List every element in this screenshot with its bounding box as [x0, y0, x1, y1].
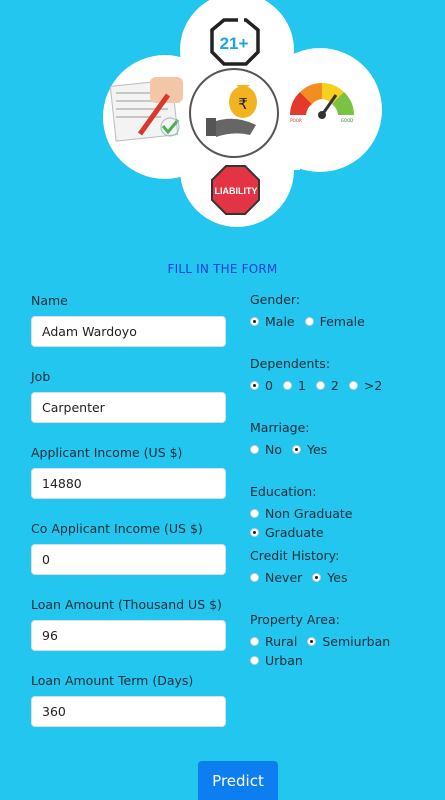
education-option-graduate[interactable]: Graduate: [250, 523, 324, 542]
dependents-option-1[interactable]: 1: [282, 376, 306, 395]
option-label: Male: [265, 314, 295, 329]
co-applicant-income-input[interactable]: [31, 544, 226, 575]
option-label: Female: [319, 314, 365, 329]
option-label: Yes: [307, 442, 328, 457]
property-area-option-urban[interactable]: Urban: [250, 651, 303, 670]
loan-term-input[interactable]: [31, 696, 226, 727]
radio-unselected[interactable]: [250, 656, 259, 665]
money-bag-hand-icon: ₹: [189, 68, 279, 158]
radio-unselected[interactable]: [315, 381, 325, 390]
stop-sign-text: LIABILITY: [215, 186, 258, 196]
loan-amount-input[interactable]: [31, 620, 226, 651]
name-label: Name: [31, 293, 68, 308]
gender-label: Gender:: [250, 292, 301, 307]
option-label: No: [265, 442, 282, 457]
option-label: Non Graduate: [265, 506, 353, 521]
option-label: Never: [265, 570, 303, 585]
applicant-income-input[interactable]: [31, 468, 226, 499]
dependents-option-more[interactable]: >2: [348, 376, 383, 395]
radio-unselected[interactable]: [282, 381, 292, 390]
job-field: Job: [31, 368, 227, 444]
applicant-income-field: Applicant Income (US $): [31, 444, 227, 520]
radio-unselected[interactable]: [250, 509, 259, 518]
applicant-income-label: Applicant Income (US $): [31, 445, 183, 460]
loan-term-label: Loan Amount Term (Days): [31, 673, 194, 688]
radio-unselected[interactable]: [304, 317, 314, 326]
gauge-high-label: GOOD: [341, 118, 353, 123]
option-label: >2: [363, 378, 383, 393]
text-fields-column: Name Job Applicant Income (US $) Co Appl…: [31, 292, 227, 748]
option-label: 2: [330, 378, 339, 393]
option-label: Rural: [265, 634, 298, 649]
radio-unselected[interactable]: [348, 381, 358, 390]
loan-term-field: Loan Amount Term (Days): [31, 672, 227, 748]
dependents-option-2[interactable]: 2: [315, 376, 339, 395]
liability-stop-sign-icon: LIABILITY: [211, 165, 260, 215]
radio-selected[interactable]: [292, 445, 301, 454]
property-area-option-rural[interactable]: Rural: [250, 632, 297, 651]
education-label: Education:: [250, 484, 317, 499]
radio-unselected[interactable]: [250, 445, 259, 454]
credit-history-option-never[interactable]: Never: [250, 568, 302, 587]
option-label: Yes: [327, 570, 348, 585]
job-label: Job: [31, 369, 51, 384]
gender-option-female[interactable]: Female: [304, 312, 365, 331]
name-input[interactable]: [31, 316, 226, 347]
radio-groups-column: Gender: Male Female Dependents: 0 1 2 >2…: [250, 292, 440, 670]
radio-unselected[interactable]: [250, 637, 259, 646]
co-applicant-income-label: Co Applicant Income (US $): [31, 521, 203, 536]
education-group: Education: Non Graduate Graduate: [250, 484, 440, 548]
option-label: Graduate: [265, 525, 324, 540]
property-area-group: Property Area: Rural Semiurban Urban: [250, 612, 440, 670]
radio-selected[interactable]: [250, 381, 259, 390]
rupee-symbol: ₹: [238, 95, 248, 113]
job-input[interactable]: [31, 392, 226, 423]
marriage-group: Marriage: No Yes: [250, 420, 440, 484]
gender-group: Gender: Male Female: [250, 292, 440, 356]
option-label: Urban: [265, 653, 303, 668]
radio-selected[interactable]: [312, 573, 322, 582]
dependents-option-0[interactable]: 0: [250, 376, 273, 395]
name-field: Name: [31, 292, 227, 368]
invoice-pen-icon: [109, 77, 183, 142]
radio-unselected[interactable]: [250, 573, 259, 582]
dependents-label: Dependents:: [250, 356, 331, 371]
option-label: 0: [265, 378, 273, 393]
education-option-non-graduate[interactable]: Non Graduate: [250, 504, 353, 523]
marriage-option-yes[interactable]: Yes: [292, 440, 327, 459]
gender-option-male[interactable]: Male: [250, 312, 295, 331]
credit-history-label: Credit History:: [250, 548, 340, 563]
loan-amount-label: Loan Amount (Thousand US $): [31, 597, 222, 612]
property-area-option-semiurban[interactable]: Semiurban: [307, 632, 390, 651]
option-label: 1: [297, 378, 306, 393]
predict-button[interactable]: Predict: [198, 761, 278, 800]
radio-selected[interactable]: [250, 528, 259, 537]
loan-illustration: 21+ ₹ POOR GOOD LIABILITY: [103, 0, 382, 227]
radio-selected[interactable]: [307, 637, 317, 646]
form-title: FILL IN THE FORM: [167, 262, 278, 276]
option-label: Semiurban: [322, 634, 391, 649]
age-badge-text: 21+: [220, 34, 249, 53]
property-area-label: Property Area:: [250, 612, 340, 627]
credit-history-group: Credit History: Never Yes: [250, 548, 440, 612]
radio-selected[interactable]: [250, 317, 259, 326]
marriage-label: Marriage:: [250, 420, 310, 435]
dependents-group: Dependents: 0 1 2 >2: [250, 356, 440, 420]
loan-amount-field: Loan Amount (Thousand US $): [31, 596, 227, 672]
marriage-option-no[interactable]: No: [250, 440, 282, 459]
co-applicant-income-field: Co Applicant Income (US $): [31, 520, 227, 596]
credit-history-option-yes[interactable]: Yes: [312, 568, 347, 587]
gauge-low-label: POOR: [290, 118, 302, 123]
